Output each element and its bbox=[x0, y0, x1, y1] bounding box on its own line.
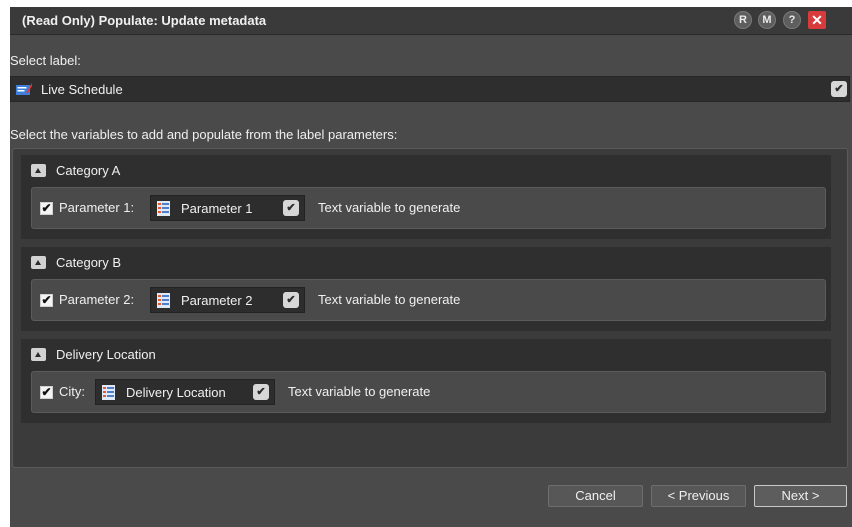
city-label: City: bbox=[59, 384, 85, 399]
city-hint: Text variable to generate bbox=[288, 384, 431, 399]
parameter-2-checkbox[interactable]: ✔ bbox=[40, 294, 53, 307]
close-button[interactable]: ✕ bbox=[808, 11, 826, 29]
parameter-2-combo[interactable]: Parameter 2 ✔ bbox=[150, 287, 305, 313]
parameter-2-label: Parameter 2: bbox=[59, 292, 135, 307]
parameter-1-combo[interactable]: Parameter 1 ✔ bbox=[150, 195, 305, 221]
chevron-down-icon[interactable]: ✔ bbox=[283, 292, 299, 308]
select-label-caption: Select label: bbox=[10, 53, 81, 68]
parameter-row: ✔ Parameter 1: Parameter 1 ✔ Text variab… bbox=[31, 187, 826, 229]
label-select-value: Live Schedule bbox=[41, 82, 123, 97]
parameter-1-hint: Text variable to generate bbox=[318, 200, 461, 215]
group-title: Delivery Location bbox=[56, 347, 156, 362]
parameter-2-combo-value: Parameter 2 bbox=[181, 293, 253, 308]
r-button[interactable]: R bbox=[734, 11, 752, 29]
city-checkbox[interactable]: ✔ bbox=[40, 386, 53, 399]
city-combo-value: Delivery Location bbox=[126, 385, 226, 400]
collapse-icon[interactable] bbox=[31, 256, 46, 269]
parameter-2-hint: Text variable to generate bbox=[318, 292, 461, 307]
list-icon bbox=[157, 201, 170, 216]
list-icon bbox=[102, 385, 115, 400]
cancel-button[interactable]: Cancel bbox=[548, 485, 643, 507]
label-icon bbox=[16, 83, 32, 95]
variables-panel: Category A ✔ Parameter 1: Parameter 1 ✔ … bbox=[12, 148, 848, 468]
list-icon bbox=[157, 293, 170, 308]
group-title: Category A bbox=[56, 163, 121, 178]
previous-button[interactable]: < Previous bbox=[651, 485, 746, 507]
chevron-down-icon[interactable]: ✔ bbox=[283, 200, 299, 216]
collapse-icon[interactable] bbox=[31, 164, 46, 177]
group-header-delivery-location[interactable]: Delivery Location bbox=[21, 339, 831, 371]
group-header-category-a[interactable]: Category A bbox=[21, 155, 831, 187]
title-bar: (Read Only) Populate: Update metadata R … bbox=[10, 7, 852, 35]
group-title: Category B bbox=[56, 255, 122, 270]
city-combo[interactable]: Delivery Location ✔ bbox=[95, 379, 275, 405]
chevron-down-icon[interactable]: ✔ bbox=[253, 384, 269, 400]
help-button[interactable]: ? bbox=[783, 11, 801, 29]
group-header-category-b[interactable]: Category B bbox=[21, 247, 831, 279]
group-body-category-a: ✔ Parameter 1: Parameter 1 ✔ Text variab… bbox=[21, 187, 831, 239]
parameter-row: ✔ City: Delivery Location ✔ Text variabl… bbox=[31, 371, 826, 413]
chevron-down-icon[interactable]: ✔ bbox=[831, 81, 847, 97]
m-button[interactable]: M bbox=[758, 11, 776, 29]
parameter-row: ✔ Parameter 2: Parameter 2 ✔ Text variab… bbox=[31, 279, 826, 321]
label-select[interactable]: Live Schedule ✔ bbox=[10, 76, 850, 102]
next-button[interactable]: Next > bbox=[754, 485, 847, 507]
parameter-1-label: Parameter 1: bbox=[59, 200, 135, 215]
group-body-delivery-location: ✔ City: Delivery Location ✔ Text variabl… bbox=[21, 371, 831, 423]
parameter-1-checkbox[interactable]: ✔ bbox=[40, 202, 53, 215]
collapse-icon[interactable] bbox=[31, 348, 46, 361]
variables-caption: Select the variables to add and populate… bbox=[10, 127, 398, 142]
dialog-title: (Read Only) Populate: Update metadata bbox=[22, 13, 267, 28]
group-body-category-b: ✔ Parameter 2: Parameter 2 ✔ Text variab… bbox=[21, 279, 831, 331]
parameter-1-combo-value: Parameter 1 bbox=[181, 201, 253, 216]
populate-dialog: (Read Only) Populate: Update metadata R … bbox=[10, 7, 852, 527]
